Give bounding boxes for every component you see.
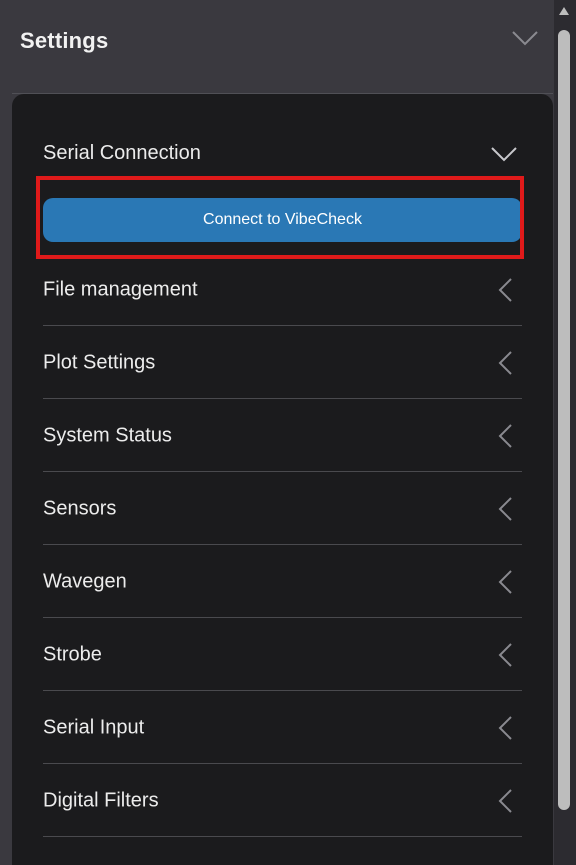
chevron-left-icon <box>498 642 512 667</box>
section-serial-input[interactable]: Serial Input <box>43 691 522 764</box>
highlight-box <box>36 176 524 259</box>
chevron-down-icon[interactable] <box>512 30 538 46</box>
section-digital-filters[interactable]: Digital Filters <box>43 764 522 837</box>
scrollbar-thumb[interactable] <box>558 30 570 810</box>
chevron-down-icon[interactable] <box>491 146 517 162</box>
settings-title: Settings <box>20 28 109 53</box>
section-label: Serial Input <box>43 716 145 738</box>
chevron-left-icon <box>498 277 512 302</box>
serial-connection-label: Serial Connection <box>43 142 201 164</box>
section-label: Wavegen <box>43 570 127 592</box>
section-label: File management <box>43 278 198 300</box>
settings-header[interactable]: Settings <box>0 0 553 80</box>
chevron-left-icon <box>498 788 512 813</box>
chevron-left-icon <box>498 350 512 375</box>
section-label: Plot Settings <box>43 351 156 373</box>
section-file-management[interactable]: File management <box>43 253 522 326</box>
section-plot-settings[interactable]: Plot Settings <box>43 326 522 399</box>
scroll-up-arrow-icon[interactable] <box>558 6 570 16</box>
section-label: Digital Filters <box>43 789 159 811</box>
serial-connection-header[interactable]: Serial Connection <box>43 134 522 174</box>
section-wavegen[interactable]: Wavegen <box>43 545 522 618</box>
section-label: Strobe <box>43 643 102 665</box>
chevron-left-icon <box>498 715 512 740</box>
section-system-status[interactable]: System Status <box>43 399 522 472</box>
settings-app: Settings Serial Connection Connect to Vi… <box>0 0 576 865</box>
chevron-left-icon <box>498 423 512 448</box>
section-sensors[interactable]: Sensors <box>43 472 522 545</box>
chevron-left-icon <box>498 496 512 521</box>
section-strobe[interactable]: Strobe <box>43 618 522 691</box>
section-label: Sensors <box>43 497 117 519</box>
chevron-left-icon <box>498 569 512 594</box>
divider <box>43 836 522 837</box>
section-label: System Status <box>43 424 172 446</box>
